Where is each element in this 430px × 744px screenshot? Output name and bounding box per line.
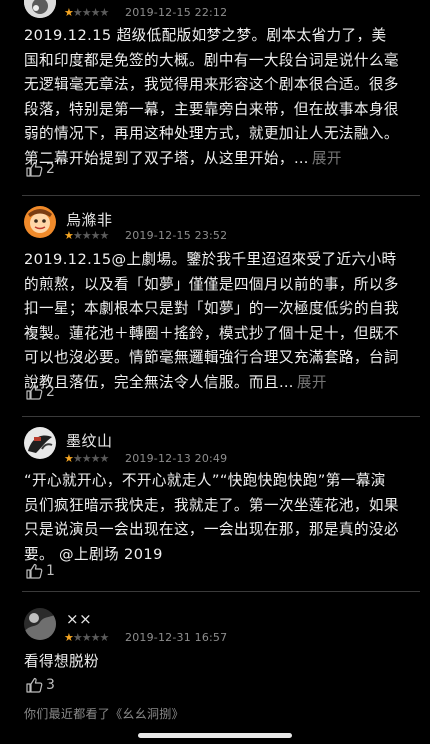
like-count: 1 <box>46 563 55 579</box>
star-icon: ★ <box>72 452 83 465</box>
avatar[interactable] <box>24 0 56 18</box>
star-icon: ★ <box>72 6 83 19</box>
review-date: 2019-12-15 23:52 <box>125 229 228 242</box>
rating-stars: ★★★★★ <box>64 229 110 242</box>
review-content[interactable]: “开心就开心，不开心就走人”“快跑快跑快跑”第一幕演员们疯狂暗示我快走，我就走了… <box>24 469 400 567</box>
like-button[interactable]: 3 <box>26 676 55 694</box>
star-icon: ★ <box>99 452 110 465</box>
star-icon: ★ <box>81 6 92 19</box>
expand-link[interactable]: 展开 <box>312 150 342 167</box>
recently-watched-text[interactable]: 你们最近都看了《幺幺洞捌》 <box>24 705 184 722</box>
avatar[interactable] <box>24 608 56 640</box>
star-icon: ★ <box>90 452 101 465</box>
avatar-image <box>24 608 56 640</box>
like-button[interactable]: 1 <box>26 562 55 580</box>
avatar[interactable] <box>24 427 56 459</box>
star-icon: ★ <box>64 6 74 19</box>
like-count: 2 <box>46 161 55 177</box>
avatar-image <box>24 427 56 459</box>
thumbs-up-icon <box>26 161 43 177</box>
star-icon: ★ <box>72 229 83 242</box>
star-icon: ★ <box>90 229 101 242</box>
avatar[interactable] <box>24 206 56 238</box>
review-date: 2019-12-13 20:49 <box>125 452 228 465</box>
like-count: 2 <box>46 384 55 400</box>
like-button[interactable]: 2 <box>26 383 55 401</box>
star-icon: ★ <box>99 631 110 644</box>
star-icon: ★ <box>99 6 110 19</box>
star-icon: ★ <box>64 631 74 644</box>
star-icon: ★ <box>64 229 74 242</box>
star-icon: ★ <box>81 229 92 242</box>
star-icon: ★ <box>99 229 110 242</box>
avatar-image <box>24 0 56 18</box>
rating-stars: ★★★★★ <box>64 6 110 19</box>
review-item: 烏滌非 ★★★★★ 2019-12-15 23:52 2019.12.15@上劇… <box>0 196 430 416</box>
review-item: 墨纹山 ★★★★★ 2019-12-13 20:49 “开心就开心，不开心就走人… <box>0 417 430 590</box>
rating-stars: ★★★★★ <box>64 452 110 465</box>
review-date: 2019-12-31 16:57 <box>125 631 228 644</box>
home-indicator[interactable] <box>138 733 292 738</box>
star-icon: ★ <box>81 452 92 465</box>
like-count: 3 <box>46 677 55 693</box>
thumbs-up-icon <box>26 384 43 400</box>
avatar-image <box>24 206 56 238</box>
review-date: 2019-12-15 22:12 <box>125 6 228 19</box>
star-icon: ★ <box>90 631 101 644</box>
review-content[interactable]: 看得想脱粉 <box>24 650 400 675</box>
review-content[interactable]: 2019.12.15 超级低配版如梦之梦。剧本太省力了，美国和印度都是免签的大概… <box>24 24 400 171</box>
star-icon: ★ <box>90 6 101 19</box>
star-icon: ★ <box>64 452 74 465</box>
star-icon: ★ <box>72 631 83 644</box>
review-content[interactable]: 2019.12.15@上劇場。鑒於我千里迢迢來受了近六小時的煎熬，以及看「如夢」… <box>24 248 400 395</box>
username[interactable]: 烏滌非 <box>66 209 113 230</box>
username[interactable]: 墨纹山 <box>66 430 113 451</box>
username[interactable]: ×× <box>66 610 92 628</box>
review-item: ★★★★★ 2019-12-15 22:12 2019.12.15 超级低配版如… <box>0 0 430 196</box>
rating-stars: ★★★★★ <box>64 631 110 644</box>
like-button[interactable]: 2 <box>26 160 55 178</box>
review-item: ×× ★★★★★ 2019-12-31 16:57 看得想脱粉 3 <box>0 592 430 700</box>
star-icon: ★ <box>81 631 92 644</box>
expand-link[interactable]: 展开 <box>297 374 327 391</box>
thumbs-up-icon <box>26 677 43 693</box>
thumbs-up-icon <box>26 563 43 579</box>
